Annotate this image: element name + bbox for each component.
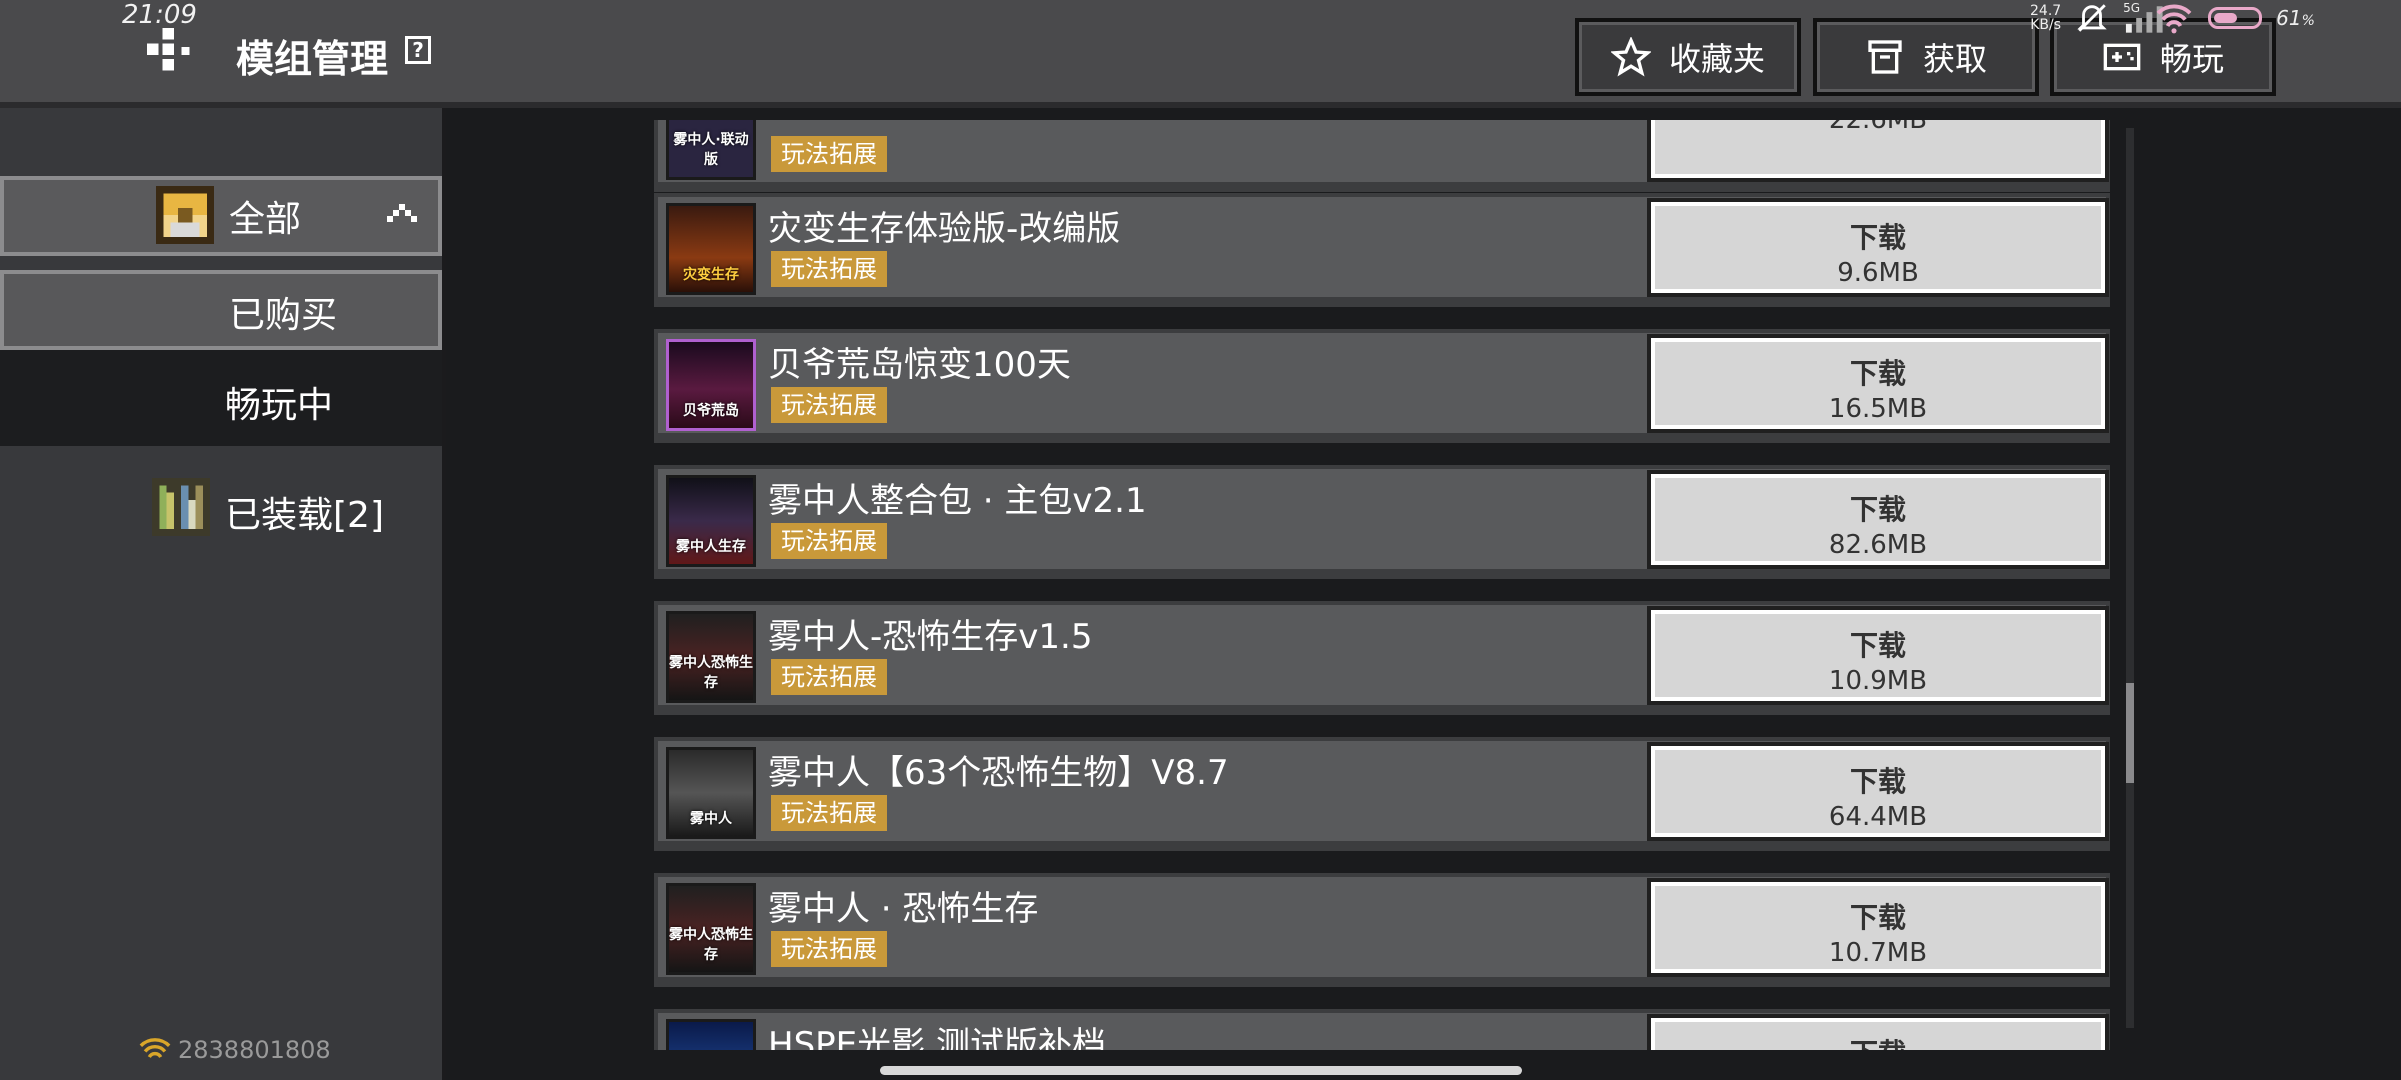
get-button[interactable]: 获取 [1813, 18, 2039, 96]
battery-percent: 61 [2276, 6, 2302, 30]
category-tag: 玩法拓展 [771, 251, 887, 287]
mod-thumbnail [666, 1019, 756, 1050]
sidebar-item-installed[interactable]: 已装载[2] [0, 476, 442, 556]
home-indicator[interactable] [880, 1066, 1522, 1075]
file-size: 10.7MB [1828, 938, 1928, 968]
list-item[interactable]: 雾中人恐怖生存 雾中人-恐怖生存v1.5 玩法拓展 下载 10.9MB [654, 601, 2110, 715]
download-button[interactable]: 下载 10.7MB [1647, 878, 2109, 977]
category-tag: 玩法拓展 [771, 136, 887, 172]
file-size: 64.4MB [1828, 802, 1928, 832]
battery-icon [2208, 7, 2263, 29]
star-icon [1610, 37, 1651, 77]
category-tag: 玩法拓展 [771, 795, 887, 831]
favorites-label: 收藏夹 [1668, 40, 1765, 78]
mod-thumbnail: 雾中人·联动版 [666, 120, 756, 180]
file-size: 82.6MB [1828, 530, 1928, 560]
wifi-icon [139, 1038, 171, 1059]
sidebar-item-label: 已装载[2] [225, 495, 384, 536]
download-button[interactable]: 下载 9.6MB [1647, 198, 2109, 297]
player-id-text: 2838801808 [178, 1036, 331, 1064]
page-title: 模组管理 [236, 37, 389, 81]
chest-icon [156, 186, 214, 244]
sidebar-item-purchased[interactable]: 已购买 [0, 270, 442, 350]
mod-title: HSPE光影 测试版补档 [768, 1025, 1106, 1050]
category-tag: 玩法拓展 [771, 387, 887, 423]
list-item[interactable]: 雾中人恐怖生存 雾中人 · 恐怖生存 玩法拓展 下载 10.7MB [654, 873, 2110, 987]
mod-title: 雾中人整合包 · 主包v2.1 [768, 481, 1147, 521]
mod-thumbnail: 雾中人生存 [666, 475, 756, 567]
download-button[interactable]: 下载 [1647, 1014, 2109, 1050]
mod-list[interactable]: 雾中人·联动版 玩法拓展 22.6MB 灾变生存 灾变生存体验版-改编版 玩法拓… [650, 120, 2120, 1050]
mod-title: 灾变生存体验版-改编版 [768, 209, 1121, 249]
list-scrollbar[interactable] [2126, 128, 2134, 1028]
download-button[interactable]: 下载 16.5MB [1647, 334, 2109, 433]
favorites-button[interactable]: 收藏夹 [1575, 18, 1801, 96]
sidebar-item-label: 已购买 [229, 295, 338, 336]
list-item[interactable]: HSPE光影 测试版补档 下载 [654, 1009, 2110, 1050]
download-button[interactable]: 下载 82.6MB [1647, 470, 2109, 569]
network-type: 5G [2123, 1, 2141, 15]
list-item[interactable]: 雾中人生存 雾中人整合包 · 主包v2.1 玩法拓展 下载 82.6MB [654, 465, 2110, 579]
download-button[interactable]: 下载 64.4MB [1647, 742, 2109, 841]
list-item[interactable]: 雾中人 雾中人【63个恐怖生物】V8.7 玩法拓展 下载 64.4MB [654, 737, 2110, 851]
file-size: 9.6MB [1837, 258, 1919, 288]
file-size: 22.6MB [1828, 120, 1928, 135]
get-label: 获取 [1922, 40, 1987, 78]
download-button[interactable]: 22.6MB [1647, 120, 2109, 182]
sidebar-item-playing[interactable]: 畅玩中 [0, 350, 442, 446]
list-item[interactable]: 贝爷荒岛 贝爷荒岛惊变100天 玩法拓展 下载 16.5MB [654, 329, 2110, 443]
mod-thumbnail: 灾变生存 [666, 203, 756, 295]
player-id: 2838801808 [138, 1036, 331, 1064]
chevron-up-icon[interactable] [384, 198, 420, 228]
sidebar-item-label: 全部 [229, 199, 302, 240]
sidebar: 全部 已购买 畅玩中 已装载[2] 2838801808 [0, 108, 446, 1080]
archive-box-icon [1868, 40, 1902, 74]
mod-title: 雾中人-恐怖生存v1.5 [768, 617, 1093, 657]
network-speed: 24.7 KB/s [2030, 3, 2062, 33]
category-tag: 玩法拓展 [771, 931, 887, 967]
help-icon[interactable]: ? [405, 36, 431, 64]
sidebar-item-label: 畅玩中 [225, 385, 334, 426]
back-arrow-icon[interactable] [146, 28, 198, 78]
mod-title: 雾中人 · 恐怖生存 [768, 889, 1039, 929]
mod-title: 雾中人【63个恐怖生物】V8.7 [768, 753, 1229, 793]
status-time: 21:09 [122, 0, 197, 30]
mod-thumbnail: 雾中人恐怖生存 [666, 611, 756, 703]
bell-muted-icon [2077, 4, 2107, 32]
mod-title: 贝爷荒岛惊变100天 [768, 345, 1071, 385]
file-size: 10.9MB [1828, 666, 1928, 696]
mod-thumbnail: 雾中人恐怖生存 [666, 883, 756, 975]
bookshelf-icon [152, 478, 210, 536]
scrollbar-thumb[interactable] [2126, 683, 2134, 783]
list-item[interactable]: 雾中人·联动版 玩法拓展 22.6MB [654, 120, 2110, 192]
wifi-icon [2156, 4, 2192, 34]
category-tag: 玩法拓展 [771, 659, 887, 695]
play-label: 畅玩 [2159, 40, 2224, 78]
mod-thumbnail: 贝爷荒岛 [666, 339, 756, 431]
top-bar: 21:09 模组管理 ? 收藏夹 获取 畅玩 24.7 KB/s 5G 61% [0, 0, 2401, 108]
list-item[interactable]: 灾变生存 灾变生存体验版-改编版 玩法拓展 下载 9.6MB [654, 193, 2110, 307]
sidebar-item-all[interactable]: 全部 [0, 176, 442, 256]
download-button[interactable]: 下载 10.9MB [1647, 606, 2109, 705]
category-tag: 玩法拓展 [771, 523, 887, 559]
gamepad-icon [2103, 43, 2141, 71]
system-status: 24.7 KB/s 5G 61% [2030, 1, 2315, 34]
mod-thumbnail: 雾中人 [666, 747, 756, 839]
file-size: 16.5MB [1828, 394, 1928, 424]
